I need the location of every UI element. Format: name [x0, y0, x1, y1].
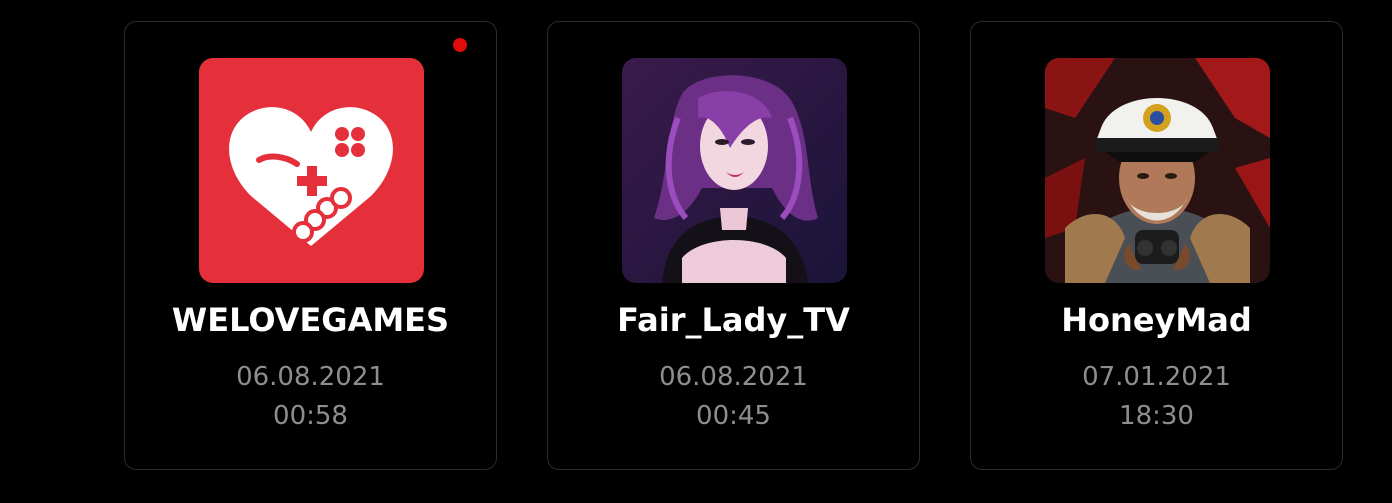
stream-time: 00:45	[696, 401, 771, 431]
live-indicator-dot	[453, 38, 467, 52]
streamer-card-honeymad[interactable]: HoneyMad 07.01.2021 18:30	[970, 21, 1343, 470]
stream-time: 00:58	[273, 401, 348, 431]
avatar	[622, 58, 847, 283]
avatar	[199, 58, 424, 283]
streamer-name[interactable]: HoneyMad	[971, 300, 1342, 340]
stream-time: 18:30	[1119, 401, 1194, 431]
woman-portrait-avatar	[622, 58, 847, 283]
stream-date: 06.08.2021	[236, 362, 385, 392]
stream-date: 06.08.2021	[659, 362, 808, 392]
heart-gamepad-logo-icon	[199, 58, 424, 283]
avatar	[1045, 58, 1270, 283]
streamer-card-fair-lady-tv[interactable]: Fair_Lady_TV 06.08.2021 00:45	[547, 21, 920, 470]
stream-date: 07.01.2021	[1082, 362, 1231, 392]
streamer-card-welovegames[interactable]: WELOVEGAMES 06.08.2021 00:58	[124, 21, 497, 470]
streamer-name[interactable]: Fair_Lady_TV	[548, 300, 919, 340]
streamer-name[interactable]: WELOVEGAMES	[125, 300, 496, 340]
naval-captain-portrait-avatar	[1045, 58, 1270, 283]
